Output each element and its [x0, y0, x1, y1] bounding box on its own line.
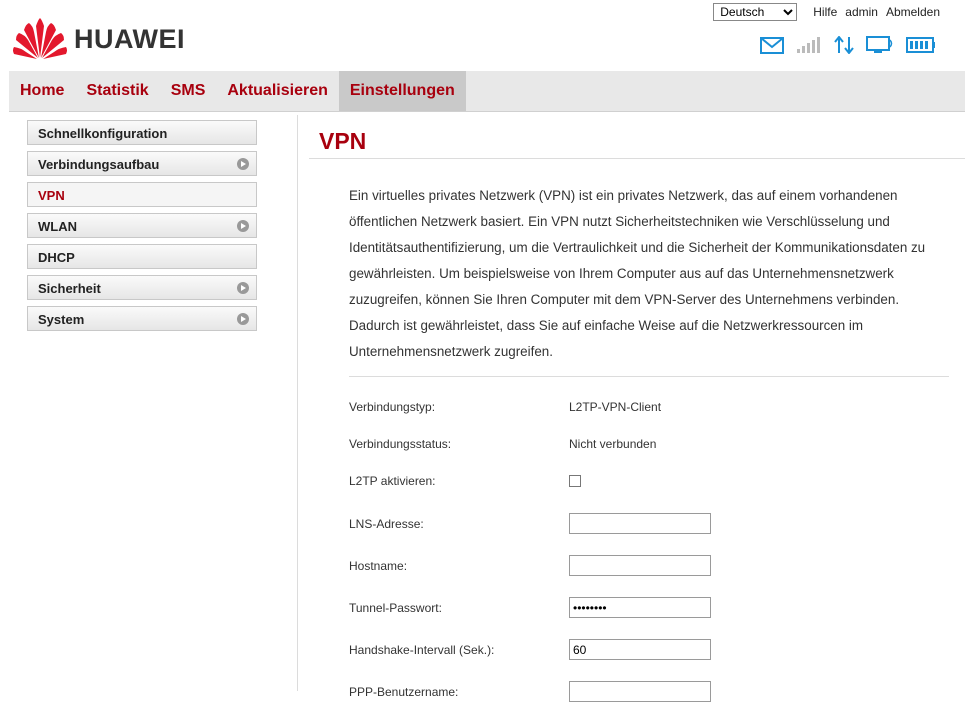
description-divider [349, 376, 949, 377]
connection-status-label: Verbindungsstatus: [349, 437, 452, 451]
sidebar-item-wlan[interactable]: WLAN [27, 213, 257, 238]
main-nav: Home Statistik SMS Aktualisieren Einstel… [9, 71, 965, 112]
sidebar-item-label: WLAN [38, 219, 77, 234]
page-title: VPN [319, 128, 367, 154]
arrow-right-icon [237, 282, 249, 294]
sidebar-item-label: Sicherheit [38, 281, 101, 296]
battery-icon [906, 37, 935, 53]
nav-statistik[interactable]: Statistik [75, 71, 159, 111]
l2tp-enable-row: L2TP aktivieren: [349, 474, 949, 488]
sidebar-item-schnellkonfiguration[interactable]: Schnellkonfiguration [27, 120, 257, 145]
sidebar-item-vpn[interactable]: VPN [27, 182, 257, 207]
sidebar-item-label: DHCP [38, 250, 75, 265]
logout-link[interactable]: Abmelden [886, 5, 940, 19]
title-divider [309, 158, 965, 159]
connection-monitor-icon [866, 36, 893, 53]
arrow-right-icon [237, 220, 249, 232]
connection-type-value: L2TP-VPN-Client [569, 400, 662, 414]
vpn-description: Ein virtuelles privates Netzwerk (VPN) i… [349, 188, 926, 359]
sidebar-item-system[interactable]: System [27, 306, 257, 331]
sidebar-item-verbindungsaufbau[interactable]: Verbindungsaufbau [27, 151, 257, 176]
sidebar-item-label: System [38, 312, 85, 327]
huawei-flower-icon [13, 18, 67, 59]
handshake-interval-input[interactable] [569, 639, 711, 660]
ppp-username-label: PPP-Benutzername: [349, 684, 459, 699]
settings-sidebar: Schnellkonfiguration Verbindungsaufbau V… [27, 120, 257, 337]
status-icons [760, 36, 936, 54]
arrow-right-icon [237, 158, 249, 170]
lns-address-row: LNS-Adresse: [349, 513, 949, 534]
lns-address-input[interactable] [569, 513, 711, 534]
sidebar-item-label: Schnellkonfiguration [38, 126, 168, 141]
tunnel-password-row: Tunnel-Passwort: [349, 597, 949, 618]
arrow-right-icon [237, 313, 249, 325]
language-select[interactable]: Deutsch [713, 3, 798, 21]
signal-icon [797, 37, 820, 53]
ppp-username-row: PPP-Benutzername: [349, 681, 949, 702]
l2tp-enable-label: L2TP aktivieren: [349, 474, 436, 488]
nav-einstellungen[interactable]: Einstellungen [338, 71, 466, 111]
connection-status-value: Nicht verbunden [569, 437, 657, 451]
lns-address-label: LNS-Adresse: [349, 516, 424, 531]
nav-sms[interactable]: SMS [160, 71, 217, 111]
tunnel-password-input[interactable] [569, 597, 711, 618]
help-link[interactable]: Hilfe [813, 5, 837, 19]
hostname-label: Hostname: [349, 558, 408, 573]
brand-name: HUAWEI [74, 23, 185, 54]
mail-icon[interactable] [760, 36, 784, 54]
sidebar-item-label: Verbindungsaufbau [38, 157, 160, 172]
nav-aktualisieren[interactable]: Aktualisieren [216, 71, 338, 111]
tunnel-password-label: Tunnel-Passwort: [349, 600, 442, 615]
ppp-username-input[interactable] [569, 681, 711, 702]
content-divider [297, 115, 298, 691]
sidebar-item-sicherheit[interactable]: Sicherheit [27, 275, 257, 300]
data-transfer-icon [834, 36, 854, 54]
huawei-logo: HUAWEI [12, 18, 185, 60]
sidebar-item-dhcp[interactable]: DHCP [27, 244, 257, 269]
hostname-input[interactable] [569, 555, 711, 576]
user-link[interactable]: admin [845, 5, 878, 19]
sidebar-item-label: VPN [38, 188, 65, 203]
connection-status-row: Verbindungsstatus: Nicht verbunden [349, 437, 949, 451]
l2tp-enable-checkbox[interactable] [569, 475, 581, 487]
connection-type-row: Verbindungstyp: L2TP-VPN-Client [349, 400, 949, 414]
handshake-interval-label: Handshake-Intervall (Sek.): [349, 642, 495, 657]
handshake-interval-row: Handshake-Intervall (Sek.): [349, 639, 949, 660]
nav-home[interactable]: Home [9, 71, 75, 111]
connection-type-label: Verbindungstyp: [349, 400, 436, 414]
top-links: Deutsch Hilfe admin Abmelden [713, 3, 940, 21]
hostname-row: Hostname: [349, 555, 949, 576]
